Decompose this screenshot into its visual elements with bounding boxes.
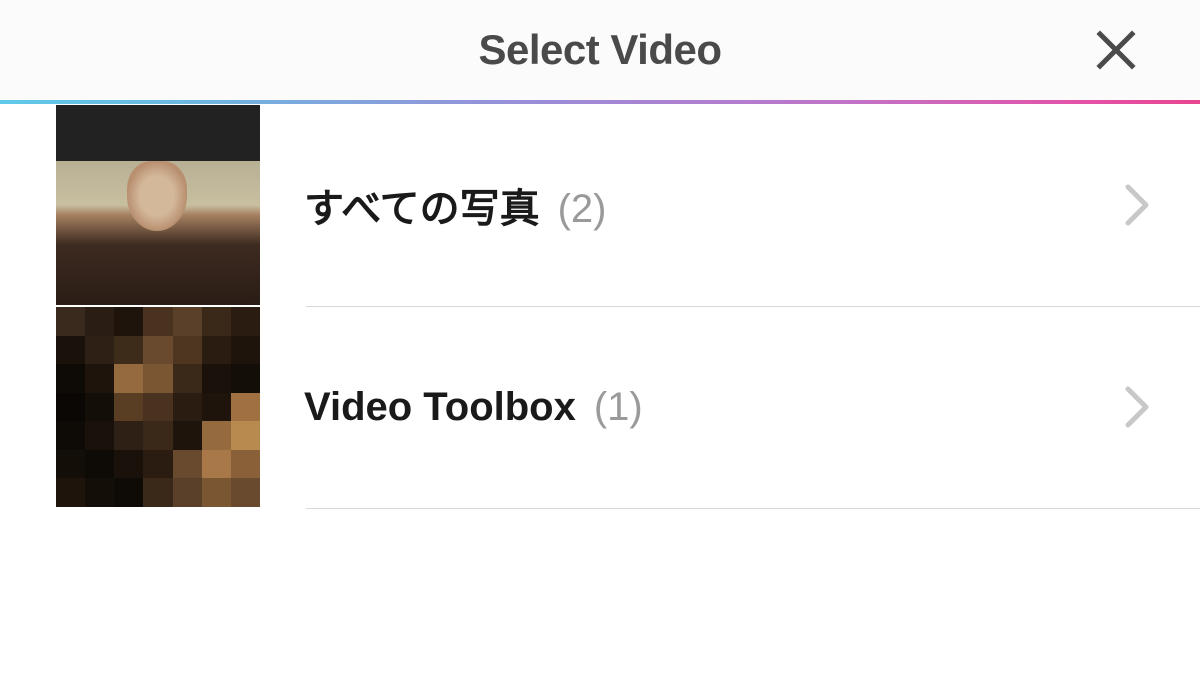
- album-label: すべての写真: [304, 176, 540, 234]
- album-list: すべての写真 (2) Video Toolbox (1): [0, 104, 1200, 509]
- album-item-video-toolbox[interactable]: Video Toolbox (1): [56, 306, 1200, 508]
- chevron-right-icon: [1124, 183, 1150, 227]
- album-thumbnail: [56, 105, 260, 305]
- header: Select Video: [0, 0, 1200, 100]
- chevron-right-icon: [1124, 385, 1150, 429]
- album-count: (1): [594, 385, 643, 430]
- album-count: (2): [558, 187, 607, 232]
- album-label: Video Toolbox: [304, 385, 576, 430]
- album-text: すべての写真 (2): [260, 176, 1124, 234]
- album-item-all-photos[interactable]: すべての写真 (2): [56, 104, 1200, 306]
- album-thumbnail: [56, 307, 260, 507]
- close-button[interactable]: [1092, 26, 1140, 74]
- album-text: Video Toolbox (1): [260, 385, 1124, 430]
- page-title: Select Video: [478, 26, 721, 74]
- close-icon: [1094, 28, 1138, 72]
